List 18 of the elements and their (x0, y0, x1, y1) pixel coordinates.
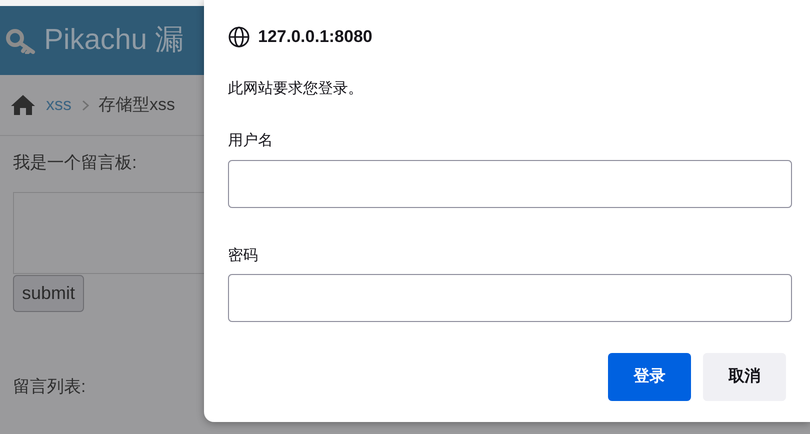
list-label: 留言列表: (13, 376, 86, 398)
chevron-icon (82, 100, 88, 110)
home-icon (10, 94, 36, 116)
login-button[interactable]: 登录 (608, 353, 691, 401)
cancel-button[interactable]: 取消 (703, 353, 786, 401)
breadcrumb-current: 存储型xss (98, 94, 175, 116)
field-label: 密码 (228, 246, 259, 266)
globe-icon (228, 26, 250, 48)
dialog-message: 此网站要求您登录。 (228, 78, 364, 98)
dialog-host: 127.0.0.1:8080 (258, 26, 372, 48)
input-field[interactable] (228, 274, 792, 322)
key-icon (6, 28, 36, 54)
message-field[interactable] (13, 192, 204, 274)
input-field[interactable] (228, 160, 792, 208)
site-title: Pikachu 漏 (44, 22, 184, 58)
board-label: 我是一个留言板: (13, 152, 138, 174)
field-label: 用户名 (228, 131, 274, 151)
submit-button[interactable]: submit (13, 274, 84, 312)
